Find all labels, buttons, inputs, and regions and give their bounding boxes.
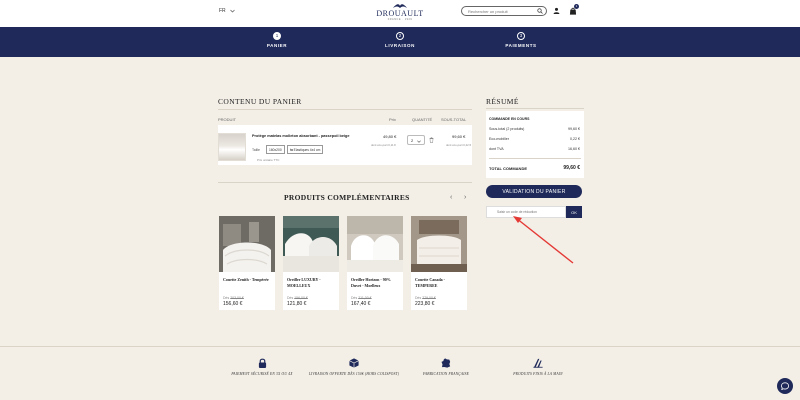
- brand-logo[interactable]: DROUAULT FRANCE · 1929: [376, 2, 424, 24]
- summary-total-value: 99,60 €: [563, 165, 580, 171]
- summary-total-label: TOTAL COMMANDE: [489, 166, 527, 171]
- product-image: [283, 216, 339, 272]
- col-header-produit: PRODUIT: [218, 117, 236, 122]
- product-name[interactable]: Protège matelas molleton absorbant - pas…: [252, 134, 349, 138]
- product-image[interactable]: [218, 133, 246, 161]
- feature-handmade: PRODUITS FINIS À LA MAIN: [483, 358, 593, 377]
- product-card-name: Oreiller Horizon - 90% Duvet - Moelleux: [351, 277, 391, 288]
- divider: [218, 109, 472, 110]
- carousel-prev-button[interactable]: ‹: [450, 194, 452, 201]
- quantity-value: 2: [411, 138, 414, 143]
- option-chip: ⇆ Elastiques 4x4 cm: [287, 145, 324, 154]
- unit-price-note: Prix unitaire TTC: [257, 158, 280, 162]
- product-card-old-price: Dès 279,00 €: [415, 296, 436, 300]
- logo-subtitle: FRANCE · 1929: [387, 18, 413, 21]
- product-image: [347, 216, 403, 272]
- step-livraison[interactable]: 2 LIVRAISON: [370, 32, 430, 48]
- summary-line-label: Sous-total (2 produits): [489, 127, 525, 131]
- validate-cart-button[interactable]: VALIDATION DU PANIER: [486, 185, 582, 198]
- product-image: [411, 216, 467, 272]
- summary-line-label: Eco-mobilier: [489, 137, 509, 141]
- search-input[interactable]: [461, 6, 547, 16]
- col-header-sous-total: SOUS-TOTAL: [441, 117, 467, 122]
- product-card[interactable]: Oreiller Horizon - 90% Duvet - Moelleux …: [347, 216, 403, 310]
- language-selector[interactable]: FR: [219, 8, 235, 14]
- chevron-down-icon: [229, 9, 235, 13]
- product-card-price: 223,80 €: [415, 301, 435, 307]
- product-card-old-price: Dès 156,00 €: [287, 296, 308, 300]
- summary-subtitle: COMMANDE EN COURS: [489, 117, 530, 121]
- search-icon[interactable]: [537, 8, 543, 14]
- carousel-next-button[interactable]: ›: [464, 194, 466, 201]
- quantity-select[interactable]: 2: [407, 135, 425, 145]
- step-label: PANIER: [266, 43, 288, 48]
- step-number: 1: [273, 32, 281, 40]
- handmade-icon: [533, 358, 543, 368]
- product-card-name: Couette Canada - TEMPEREE: [415, 277, 445, 288]
- complementary-title: PRODUITS COMPLÉMENTAIRES: [284, 193, 410, 202]
- summary-line-label: dont TVA: [489, 147, 504, 151]
- summary-line-value: 0,22 €: [570, 137, 580, 141]
- col-header-prix: Prix: [389, 117, 396, 122]
- box-icon: [349, 358, 359, 368]
- product-card-old-price: Dès 211,00 €: [351, 296, 372, 300]
- size-chip: 160x200: [266, 145, 285, 154]
- product-card-old-price: Dès 203,00 €: [223, 296, 244, 300]
- chevron-down-icon: [417, 139, 421, 143]
- trash-icon[interactable]: [429, 137, 434, 143]
- logo-text: DROUAULT: [376, 9, 424, 18]
- summary-title: RÉSUMÉ: [486, 97, 519, 106]
- product-card-price: 167,40 €: [351, 301, 371, 307]
- line-subtotal: 99,60 €: [452, 134, 466, 139]
- product-card[interactable]: Couette Zenith - Tempérée Dès 203,00 € 1…: [219, 216, 275, 310]
- cart-title: CONTENU DU PANIER: [218, 97, 302, 106]
- summary-line-value: 99,60 €: [568, 127, 580, 131]
- language-label: FR: [219, 8, 226, 14]
- step-panier[interactable]: 1 PANIER: [247, 32, 307, 48]
- product-card-name: Couette Zenith - Tempérée: [223, 277, 269, 282]
- product-card-name: Oreiller LUXURY - MOELLEUX: [287, 277, 321, 288]
- lock-icon: [258, 358, 266, 368]
- summary-line-value: 16,60 €: [568, 147, 580, 151]
- cart-count-badge: 1: [574, 4, 579, 9]
- discount-code-input[interactable]: [486, 206, 566, 218]
- step-number: 3: [517, 32, 525, 40]
- divider: [486, 108, 584, 109]
- divider: [489, 158, 581, 159]
- line-eco-part: dont éco-part 0,22 €: [446, 143, 472, 147]
- divider: [218, 182, 472, 183]
- product-image: [219, 216, 275, 272]
- product-card[interactable]: Oreiller LUXURY - MOELLEUX Dès 156,00 € …: [283, 216, 339, 310]
- chat-button[interactable]: [777, 378, 793, 394]
- step-number: 2: [396, 32, 404, 40]
- step-paiements[interactable]: 3 PAIEMENTS: [491, 32, 551, 48]
- chat-icon: [781, 382, 789, 390]
- unit-price: 49,80 €: [383, 134, 397, 139]
- unit-eco-part: dont éco-part 0,11 €: [371, 143, 396, 147]
- apply-code-button[interactable]: OK: [566, 206, 582, 218]
- user-account-icon[interactable]: [553, 7, 560, 14]
- france-map-icon: [441, 358, 451, 368]
- col-header-quantite: QUANTITÉ: [412, 117, 433, 122]
- step-label: LIVRAISON: [385, 43, 415, 48]
- step-label: PAIEMENTS: [505, 43, 537, 48]
- product-card-price: 156,60 €: [223, 301, 243, 307]
- checkout-steps-bar: 1 PANIER 2 LIVRAISON 3 PAIEMENTS: [0, 27, 800, 57]
- feature-label: PRODUITS FINIS À LA MAIN: [513, 372, 563, 376]
- footer-divider: [0, 346, 800, 347]
- product-card[interactable]: Couette Canada - TEMPEREE Dès 279,00 € 2…: [411, 216, 467, 310]
- site-header: FR DROUAULT FRANCE · 1929 1: [0, 0, 800, 27]
- product-card-price: 121,80 €: [287, 301, 307, 307]
- product-size-label: Taille: [252, 148, 260, 152]
